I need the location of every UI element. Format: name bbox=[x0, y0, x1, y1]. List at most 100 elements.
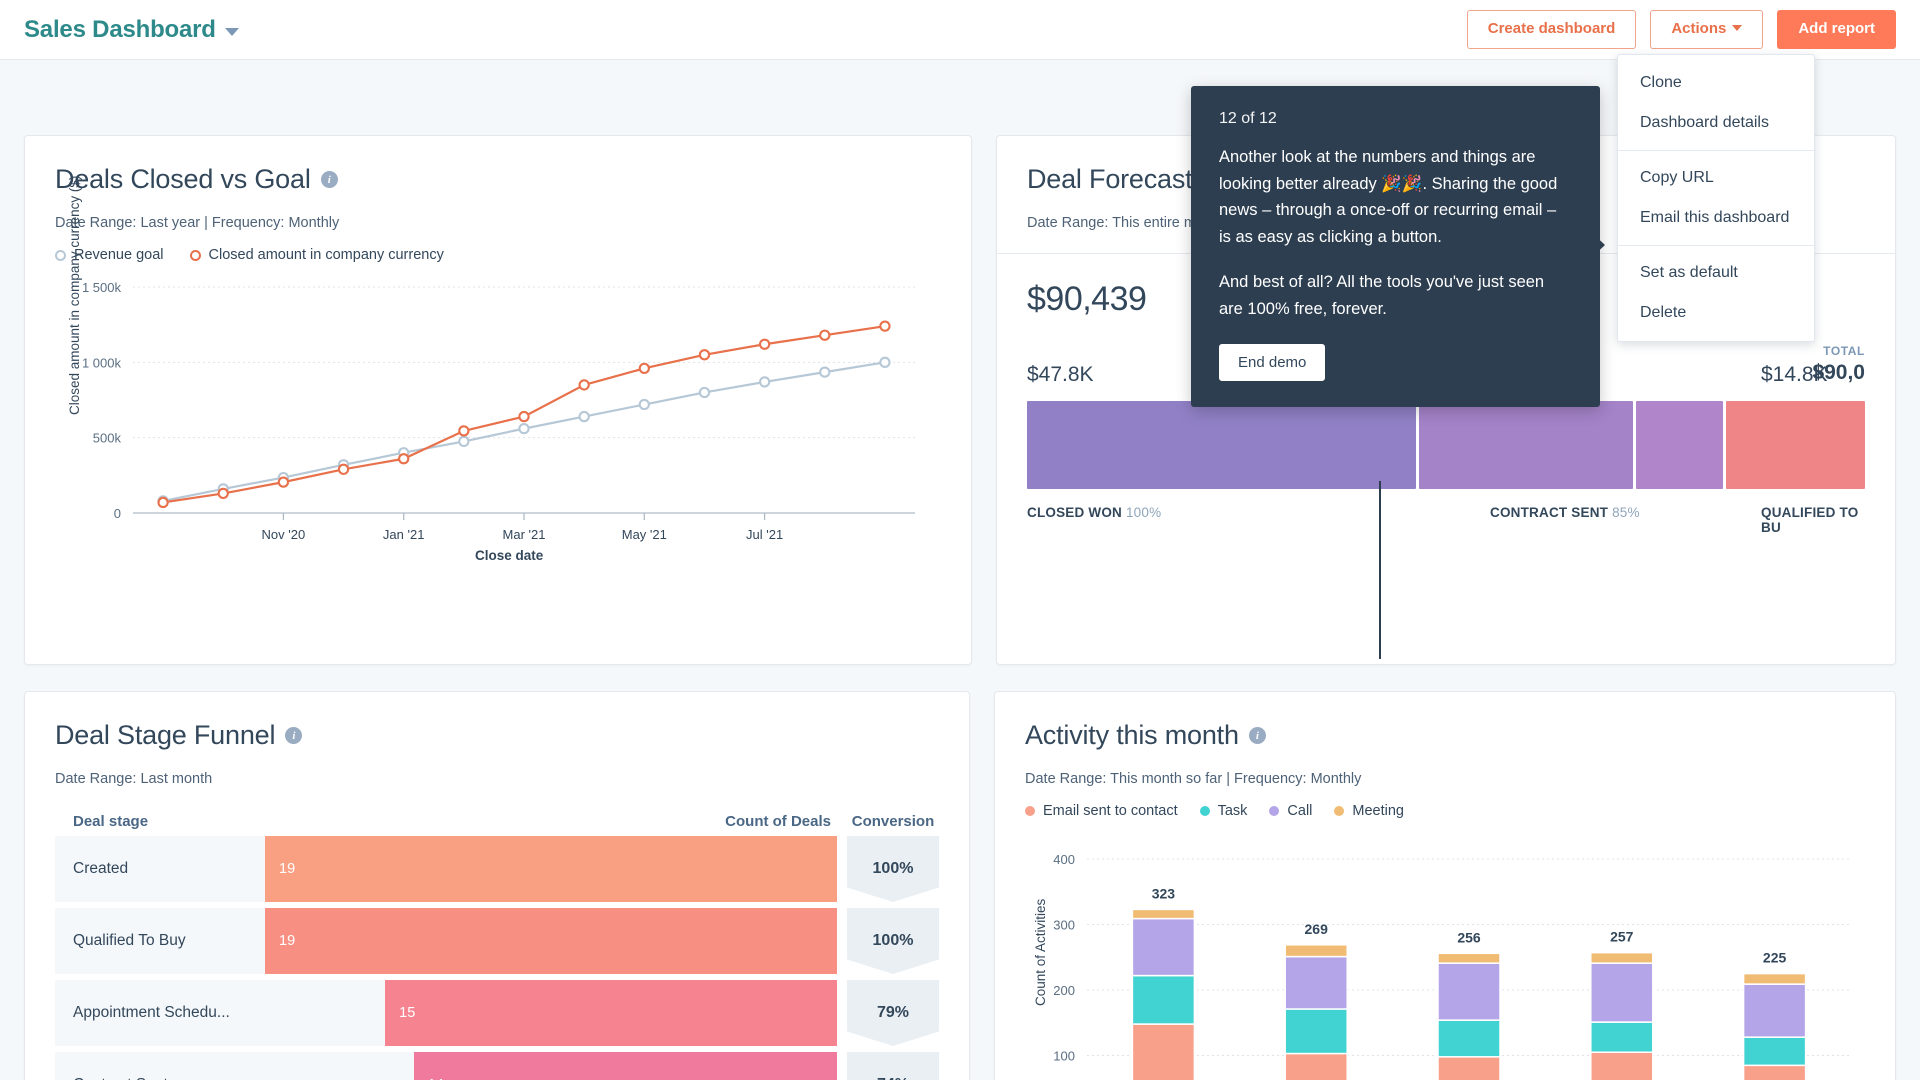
card-title-text: Activity this month bbox=[1025, 720, 1239, 750]
legend-marker-icon bbox=[1025, 806, 1035, 816]
funnel-bar[interactable]: 15 bbox=[385, 980, 837, 1046]
actions-button[interactable]: Actions bbox=[1650, 10, 1764, 49]
page-title: Sales Dashboard bbox=[24, 15, 216, 43]
tour-step-counter: 12 of 12 bbox=[1219, 110, 1277, 127]
legend-item-task[interactable]: Task bbox=[1199, 803, 1248, 819]
forecast-stage-bar[interactable] bbox=[1027, 401, 1865, 489]
info-icon[interactable]: i bbox=[1248, 727, 1266, 744]
legend-label: Revenue goal bbox=[74, 247, 164, 263]
card-activity-this-month: Activity this month i Date Range: This m… bbox=[994, 691, 1896, 1080]
funnel-bar[interactable]: 19 bbox=[265, 908, 837, 974]
legend-label: Closed amount in company currency bbox=[208, 247, 444, 263]
funnel-bar-zone: 14 bbox=[265, 1052, 837, 1080]
add-report-button[interactable]: Add report bbox=[1777, 10, 1896, 49]
top-bar: Sales Dashboard Create dashboard Actions… bbox=[0, 0, 1920, 60]
chevron-down-icon[interactable] bbox=[224, 27, 239, 36]
funnel-stage-name: Contract Sent bbox=[55, 1052, 265, 1080]
card-title-text: Deals Closed vs Goal bbox=[55, 164, 311, 194]
menu-item-email-this-dashboard[interactable]: Email this dashboard bbox=[1618, 198, 1814, 238]
legend-marker-icon bbox=[55, 249, 66, 261]
svg-text:100: 100 bbox=[1053, 1049, 1075, 1064]
dashboard-title-selector[interactable]: Sales Dashboard bbox=[24, 16, 239, 44]
forecast-total-label: TOTAL bbox=[1823, 344, 1865, 358]
svg-text:269: 269 bbox=[1305, 921, 1329, 937]
tour-paragraph-2: And best of all? All the tools you've ju… bbox=[1219, 272, 1545, 318]
card-deal-stage-funnel: Deal Stage Funnel i Date Range: Last mon… bbox=[24, 691, 970, 1080]
top-bar-actions: Create dashboard Actions Add report bbox=[1466, 10, 1896, 49]
funnel-bar-zone: 19 bbox=[265, 908, 837, 974]
table-row[interactable]: Qualified To Buy 19 100% bbox=[55, 908, 939, 974]
legend-item-call[interactable]: Call bbox=[1269, 803, 1312, 819]
chart-legend: Email sent to contact Task Call Meeting bbox=[1025, 803, 1865, 819]
svg-text:Jul '21: Jul '21 bbox=[746, 527, 783, 542]
stage-segment-3[interactable] bbox=[1725, 401, 1865, 489]
svg-text:400: 400 bbox=[1053, 852, 1075, 867]
funnel-bar-zone: 15 bbox=[265, 980, 837, 1046]
card-deals-closed-vs-goal: Deals Closed vs Goal i Date Range: Last … bbox=[24, 135, 972, 665]
funnel-bar-count: 19 bbox=[279, 861, 296, 877]
funnel-table-header: Deal stage Count of Deals Conversion bbox=[55, 813, 939, 830]
legend-label: Task bbox=[1217, 803, 1248, 819]
chart-legend: Revenue goal Closed amount in company cu… bbox=[55, 247, 941, 263]
legend-item-meeting[interactable]: Meeting bbox=[1334, 803, 1404, 819]
legend-marker-icon bbox=[189, 249, 201, 261]
legend-item-email-sent-to-contact[interactable]: Email sent to contact bbox=[1025, 803, 1178, 819]
funnel-conversion-badge: 74% bbox=[847, 1052, 939, 1080]
stage-segment-1[interactable] bbox=[1418, 401, 1634, 489]
dashboard-row-1: Deals Closed vs Goal i Date Range: Last … bbox=[24, 135, 1896, 665]
legend-label: Call bbox=[1287, 803, 1313, 819]
tour-paragraph-1: Another look at the numbers and things a… bbox=[1219, 148, 1558, 247]
svg-text:323: 323 bbox=[1152, 885, 1176, 901]
card-title-text: Deal Forecast bbox=[1027, 164, 1193, 194]
legend-label: Meeting bbox=[1352, 803, 1404, 819]
y-axis-title: Closed amount in company currency ($) bbox=[67, 175, 82, 415]
tour-body: Another look at the numbers and things a… bbox=[1219, 144, 1572, 322]
info-icon[interactable]: i bbox=[285, 727, 303, 744]
menu-item-dashboard-details[interactable]: Dashboard details bbox=[1618, 103, 1814, 143]
end-demo-button[interactable]: End demo bbox=[1219, 344, 1326, 382]
card-title: Activity this month i bbox=[1025, 720, 1865, 751]
funnel-rows: Created 19 100% Qualified To Buy 19 100%… bbox=[55, 836, 939, 1080]
menu-item-delete[interactable]: Delete bbox=[1618, 293, 1814, 333]
card-subtitle: Date Range: Last month bbox=[55, 771, 213, 787]
menu-item-copy-url[interactable]: Copy URL bbox=[1618, 158, 1814, 198]
funnel-stage-name: Created bbox=[55, 836, 265, 902]
table-row[interactable]: Appointment Schedu... 15 79% bbox=[55, 980, 939, 1046]
funnel-conversion-badge: 100% bbox=[847, 908, 939, 974]
menu-item-set-as-default[interactable]: Set as default bbox=[1618, 253, 1814, 293]
activity-bar-chart: Count of Activities 100 200 300 400 323 269 25… bbox=[1025, 831, 1865, 1080]
product-tour-popover: 12 of 12 Another look at the numbers and… bbox=[1191, 86, 1600, 408]
info-icon[interactable]: i bbox=[320, 171, 338, 188]
column-header-deal-stage: Deal stage bbox=[73, 813, 149, 830]
funnel-conversion-badge: 79% bbox=[847, 980, 939, 1046]
dashboard-row-2: Deal Stage Funnel i Date Range: Last mon… bbox=[24, 691, 1896, 1080]
stage-label-closed-won: CLOSED WON 100% bbox=[1027, 505, 1161, 520]
svg-text:256: 256 bbox=[1457, 929, 1481, 945]
stage-value: $14.8K bbox=[1761, 363, 1828, 386]
svg-text:257: 257 bbox=[1610, 929, 1634, 945]
stage-segment-0[interactable] bbox=[1027, 401, 1416, 489]
svg-text:1 500k: 1 500k bbox=[82, 280, 122, 295]
card-title-text: Deal Stage Funnel bbox=[55, 720, 276, 750]
stage-label-name: CLOSED WON bbox=[1027, 505, 1122, 520]
create-dashboard-button[interactable]: Create dashboard bbox=[1466, 10, 1637, 49]
stage-segment-2[interactable] bbox=[1636, 401, 1723, 489]
table-row[interactable]: Contract Sent 14 74% bbox=[55, 1052, 939, 1080]
table-row[interactable]: Created 19 100% bbox=[55, 836, 939, 902]
legend-label: Email sent to contact bbox=[1043, 803, 1178, 819]
funnel-bar[interactable]: 14 bbox=[413, 1052, 837, 1080]
svg-text:Nov '20: Nov '20 bbox=[262, 527, 306, 542]
stage-label-name: CONTRACT SENT bbox=[1490, 505, 1609, 520]
menu-item-clone[interactable]: Clone bbox=[1618, 63, 1814, 103]
svg-text:225: 225 bbox=[1763, 950, 1787, 966]
card-subtitle: Date Range: Last year | Frequency: Month… bbox=[55, 215, 340, 231]
stage-value: $47.8K bbox=[1027, 363, 1094, 386]
funnel-bar[interactable]: 19 bbox=[265, 836, 837, 902]
legend-item-closed-amount[interactable]: Closed amount in company currency bbox=[189, 247, 444, 263]
card-title: Deals Closed vs Goal i bbox=[55, 164, 941, 195]
stage-label-name: QUALIFIED TO BU bbox=[1761, 505, 1859, 535]
stage-label-contract-sent: CONTRACT SENT 85% bbox=[1490, 505, 1640, 520]
svg-text:0: 0 bbox=[114, 506, 121, 521]
line-chart-svg: 0 500k 1 000k 1 500k Nov '20 Jan '21 Mar '21 Ma… bbox=[82, 280, 915, 542]
activity-bar-chart-svg: 100 200 300 400 323 269 256 257 225 bbox=[1053, 852, 1851, 1080]
